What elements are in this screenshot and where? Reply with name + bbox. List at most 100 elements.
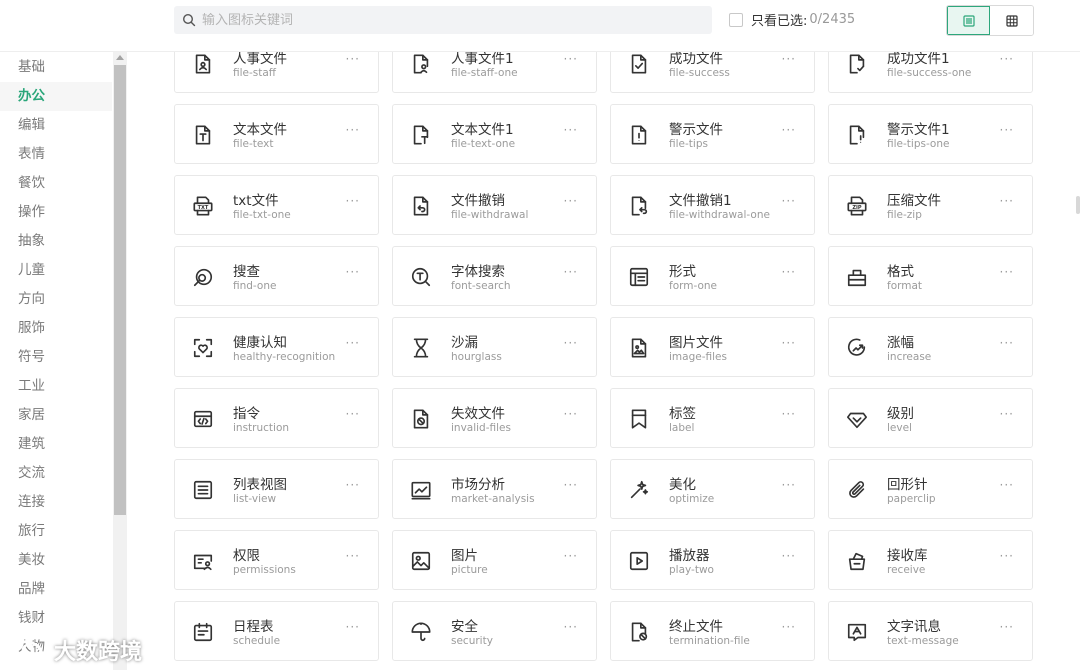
icon-card[interactable]: 健康认知 healthy-recognition ···: [174, 317, 379, 377]
more-options-button[interactable]: ···: [564, 52, 578, 66]
sidebar-item-category[interactable]: 餐饮: [0, 169, 112, 198]
sidebar-item-category[interactable]: 工业: [0, 372, 112, 401]
list-view-toggle-button[interactable]: [947, 6, 990, 35]
more-options-button[interactable]: ···: [782, 265, 796, 279]
more-options-button[interactable]: ···: [1000, 478, 1014, 492]
sidebar-item-category[interactable]: 办公: [0, 82, 112, 111]
icon-card[interactable]: 播放器 play-two ···: [610, 530, 815, 590]
icon-card[interactable]: 权限 permissions ···: [174, 530, 379, 590]
sidebar-item-category[interactable]: 方向: [0, 285, 112, 314]
more-options-button[interactable]: ···: [564, 194, 578, 208]
icon-card-key: label: [669, 422, 695, 434]
sidebar-item-category[interactable]: 钱财: [0, 604, 112, 633]
sidebar-item-category[interactable]: 儿童: [0, 256, 112, 285]
sidebar-item-category[interactable]: 表情: [0, 140, 112, 169]
more-options-button[interactable]: ···: [346, 549, 360, 563]
more-options-button[interactable]: ···: [564, 407, 578, 421]
more-options-button[interactable]: ···: [1000, 407, 1014, 421]
icon-card[interactable]: 级别 level ···: [828, 388, 1033, 448]
more-options-button[interactable]: ···: [782, 620, 796, 634]
grid-view-toggle-button[interactable]: [990, 6, 1033, 35]
icon-card[interactable]: 涨幅 increase ···: [828, 317, 1033, 377]
more-options-button[interactable]: ···: [346, 620, 360, 634]
sidebar-item-category[interactable]: 操作: [0, 198, 112, 227]
sidebar-item-category[interactable]: 连接: [0, 488, 112, 517]
sidebar-scrollbar-thumb[interactable]: [114, 65, 126, 515]
more-options-button[interactable]: ···: [346, 52, 360, 66]
search-input[interactable]: [202, 12, 712, 28]
more-options-button[interactable]: ···: [346, 336, 360, 350]
icon-card[interactable]: 日程表 schedule ···: [174, 601, 379, 661]
sidebar-item-category[interactable]: 服饰: [0, 314, 112, 343]
more-options-button[interactable]: ···: [1000, 549, 1014, 563]
sidebar-item-category[interactable]: 品牌: [0, 575, 112, 604]
sidebar-item-category[interactable]: 交流: [0, 459, 112, 488]
icon-card[interactable]: 格式 format ···: [828, 246, 1033, 306]
icon-card[interactable]: 列表视图 list-view ···: [174, 459, 379, 519]
more-options-button[interactable]: ···: [782, 407, 796, 421]
more-options-button[interactable]: ···: [346, 123, 360, 137]
sidebar-item-category[interactable]: 编辑: [0, 111, 112, 140]
more-options-button[interactable]: ···: [564, 620, 578, 634]
icon-card[interactable]: 指令 instruction ···: [174, 388, 379, 448]
only-selected-checkbox[interactable]: [729, 12, 743, 27]
sidebar-item-category[interactable]: 家居: [0, 401, 112, 430]
icon-card[interactable]: 文本文件1 file-text-one ···: [392, 104, 597, 164]
only-selected-filter[interactable]: 只看已选: 0/2435: [729, 10, 855, 29]
icon-card[interactable]: 失效文件 invalid-files ···: [392, 388, 597, 448]
icon-card[interactable]: 文本文件 file-text ···: [174, 104, 379, 164]
more-options-button[interactable]: ···: [782, 52, 796, 66]
icon-card[interactable]: 图片文件 image-files ···: [610, 317, 815, 377]
more-options-button[interactable]: ···: [782, 336, 796, 350]
sidebar-scrollbar[interactable]: [113, 52, 127, 670]
page-scrollbar-thumb[interactable]: [1076, 196, 1080, 214]
icon-card[interactable]: 市场分析 market-analysis ···: [392, 459, 597, 519]
more-options-button[interactable]: ···: [782, 549, 796, 563]
more-options-button[interactable]: ···: [564, 265, 578, 279]
icon-card[interactable]: 搜查 find-one ···: [174, 246, 379, 306]
more-options-button[interactable]: ···: [346, 478, 360, 492]
icon-card[interactable]: 终止文件 termination-file ···: [610, 601, 815, 661]
more-options-button[interactable]: ···: [782, 194, 796, 208]
more-options-button[interactable]: ···: [346, 194, 360, 208]
icon-card[interactable]: 安全 security ···: [392, 601, 597, 661]
more-options-button[interactable]: ···: [1000, 123, 1014, 137]
more-options-button[interactable]: ···: [1000, 336, 1014, 350]
scroll-up-arrow-icon[interactable]: [116, 55, 124, 60]
icon-card[interactable]: 沙漏 hourglass ···: [392, 317, 597, 377]
icon-card[interactable]: 回形针 paperclip ···: [828, 459, 1033, 519]
more-options-button[interactable]: ···: [1000, 52, 1014, 66]
more-options-button[interactable]: ···: [346, 265, 360, 279]
more-options-button[interactable]: ···: [564, 123, 578, 137]
icon-card[interactable]: 美化 optimize ···: [610, 459, 815, 519]
more-options-button[interactable]: ···: [564, 336, 578, 350]
sidebar-item-category[interactable]: 抽象: [0, 227, 112, 256]
more-options-button[interactable]: ···: [1000, 265, 1014, 279]
icon-card[interactable]: 文件撤销 file-withdrawal ···: [392, 175, 597, 235]
icon-card[interactable]: 警示文件1 file-tips-one ···: [828, 104, 1033, 164]
more-options-button[interactable]: ···: [346, 407, 360, 421]
icon-card[interactable]: ZIP 压缩文件 file-zip ···: [828, 175, 1033, 235]
icon-card[interactable]: 字体搜索 font-search ···: [392, 246, 597, 306]
icon-card[interactable]: 形式 form-one ···: [610, 246, 815, 306]
more-options-button[interactable]: ···: [564, 549, 578, 563]
sidebar-item-category[interactable]: 基础: [0, 53, 112, 82]
icon-card[interactable]: 文字讯息 text-message ···: [828, 601, 1033, 661]
icon-card[interactable]: 警示文件 file-tips ···: [610, 104, 815, 164]
sidebar-item-category[interactable]: 美妆: [0, 546, 112, 575]
more-options-button[interactable]: ···: [782, 478, 796, 492]
icon-card[interactable]: 接收库 receive ···: [828, 530, 1033, 590]
icon-card[interactable]: 标签 label ···: [610, 388, 815, 448]
more-options-button[interactable]: ···: [564, 478, 578, 492]
icon-card[interactable]: 文件撤销1 file-withdrawal-one ···: [610, 175, 815, 235]
more-options-button[interactable]: ···: [1000, 620, 1014, 634]
more-options-button[interactable]: ···: [1000, 194, 1014, 208]
more-options-button[interactable]: ···: [782, 123, 796, 137]
icon-card[interactable]: 图片 picture ···: [392, 530, 597, 590]
search-box[interactable]: [174, 6, 712, 34]
sidebar-item-category[interactable]: 符号: [0, 343, 112, 372]
icon-card[interactable]: TXT txt文件 file-txt-one ···: [174, 175, 379, 235]
icon-card-title: 文本文件1: [451, 122, 514, 138]
sidebar-item-category[interactable]: 旅行: [0, 517, 112, 546]
sidebar-item-category[interactable]: 建筑: [0, 430, 112, 459]
